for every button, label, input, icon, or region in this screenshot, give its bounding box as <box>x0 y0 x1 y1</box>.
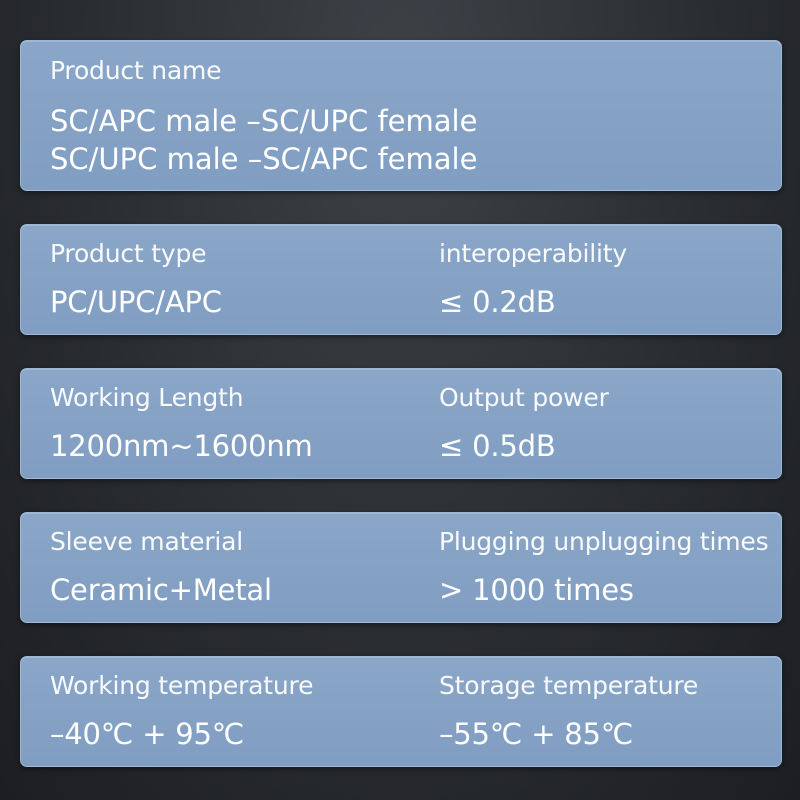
interoperability-value: ≤ 0.2dB <box>439 285 556 319</box>
interoperability-label: interoperability <box>439 239 627 268</box>
working-length-label: Working Length <box>50 383 244 412</box>
product-type-label: Product type <box>50 239 207 268</box>
working-temperature-label: Working temperature <box>50 671 314 700</box>
product-type-value: PC/UPC/APC <box>50 285 222 319</box>
sleeve-material-card: Sleeve material Ceramic+Metal Plugging u… <box>20 512 782 623</box>
working-length-card: Working Length 1200nm~1600nm Output powe… <box>20 368 782 479</box>
output-power-value: ≤ 0.5dB <box>439 429 556 463</box>
temperature-card: Working temperature –40℃ + 95℃ Storage t… <box>20 656 782 767</box>
sleeve-material-value: Ceramic+Metal <box>50 573 272 607</box>
product-name-label: Product name <box>50 56 222 85</box>
working-length-value: 1200nm~1600nm <box>50 429 313 463</box>
plugging-times-value: > 1000 times <box>439 573 634 607</box>
storage-temperature-value: –55℃ + 85℃ <box>439 717 634 751</box>
product-name-value-2: SC/UPC male –SC/APC female <box>50 142 478 176</box>
plugging-times-label: Plugging unplugging times <box>439 527 769 556</box>
sleeve-material-label: Sleeve material <box>50 527 244 556</box>
product-type-card: Product type PC/UPC/APC interoperability… <box>20 224 782 335</box>
product-name-value-1: SC/APC male –SC/UPC female <box>50 104 478 138</box>
storage-temperature-label: Storage temperature <box>439 671 699 700</box>
product-name-card: Product name SC/APC male –SC/UPC female … <box>20 40 782 191</box>
output-power-label: Output power <box>439 383 609 412</box>
working-temperature-value: –40℃ + 95℃ <box>50 717 245 751</box>
